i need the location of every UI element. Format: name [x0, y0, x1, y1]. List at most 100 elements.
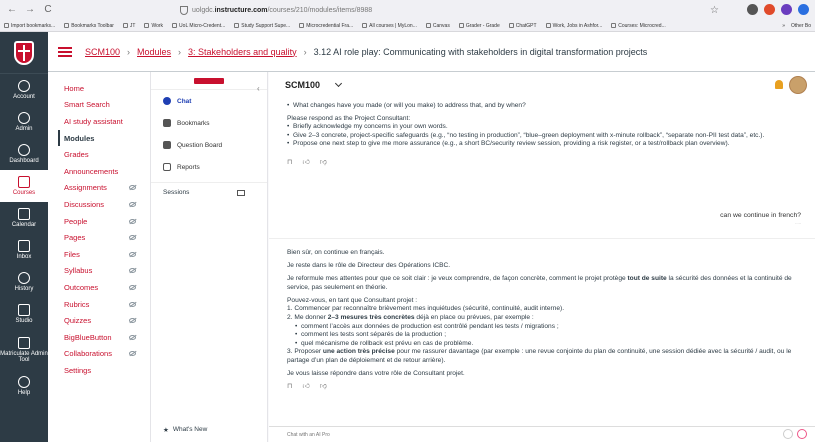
breadcrumb-modules[interactable]: Modules — [137, 47, 171, 57]
course-selector[interactable]: SCM100 — [285, 80, 320, 90]
send-icon[interactable] — [797, 429, 807, 439]
avatar[interactable] — [789, 76, 807, 94]
reports-tab[interactable]: Reports — [151, 156, 267, 178]
chevron-down-icon[interactable] — [334, 79, 343, 88]
sessions-label: Sessions — [163, 189, 190, 196]
reports-icon — [163, 163, 171, 171]
thumbs-down-icon[interactable]: 👎︎ — [320, 383, 327, 392]
global-nav-account[interactable]: Account — [0, 74, 48, 106]
global-nav-label: History — [14, 286, 34, 292]
bookmark-item[interactable]: Microcredential Fra... — [299, 23, 353, 29]
collapse-sidebar-icon[interactable]: ‹ — [257, 84, 260, 93]
course-nav-ai-study-assistant[interactable]: AI study assistant — [64, 113, 150, 130]
thumbs-up-icon[interactable]: 👍︎ — [302, 383, 309, 392]
course-nav-label: AI study assistant — [64, 116, 123, 126]
bookmark-item[interactable]: UoL Micro-Credent... — [172, 23, 225, 29]
chat-sidebar: Chat Bookmarks Question Board Reports Se… — [150, 72, 268, 442]
bookmark-item[interactable]: Canvas — [425, 23, 450, 29]
thumbs-down-icon[interactable]: 👎︎ — [320, 159, 327, 168]
course-nav-assignments[interactable]: Assignments — [64, 180, 150, 197]
list-item: comment les tests sont séparés de la pro… — [287, 331, 807, 340]
global-nav-label: Matriculate Admin Tool — [0, 351, 48, 363]
bookmarks-tab[interactable]: Bookmarks — [151, 112, 267, 134]
bookmark-item[interactable]: Grader - Grade — [458, 23, 500, 29]
course-nav-outcomes[interactable]: Outcomes — [64, 279, 150, 296]
course-nav-people[interactable]: People — [64, 213, 150, 230]
hidden-eye-icon — [129, 201, 136, 207]
course-nav-syllabus[interactable]: Syllabus — [64, 263, 150, 280]
global-nav-calendar[interactable]: Calendar — [0, 202, 48, 234]
course-nav-pages[interactable]: Pages — [64, 229, 150, 246]
whats-new-button[interactable]: ★ What's New — [163, 426, 207, 434]
bookmark-label: Microcredential Fra... — [306, 22, 354, 29]
course-nav-quizzes[interactable]: Quizzes — [64, 312, 150, 329]
course-nav-label: Settings — [64, 365, 92, 375]
bell-icon[interactable] — [775, 80, 783, 89]
course-nav-grades[interactable]: Grades — [64, 146, 150, 163]
course-nav-discussions[interactable]: Discussions — [64, 196, 150, 213]
bookmark-icon[interactable]: ⊓ — [287, 159, 292, 168]
course-nav-rubrics[interactable]: Rubrics — [64, 296, 150, 313]
course-nav-files[interactable]: Files — [64, 246, 150, 263]
course-nav-modules[interactable]: Modules — [58, 129, 150, 147]
bookmark-item[interactable]: Courses: Microcred... — [611, 23, 666, 29]
global-nav-dashboard[interactable]: Dashboard — [0, 138, 48, 170]
global-nav-help[interactable]: Help — [0, 370, 48, 402]
bookmark-label: All courses | MyLon... — [369, 22, 417, 29]
global-nav-studio[interactable]: Studio — [0, 298, 48, 330]
global-nav-admin[interactable]: Admin — [0, 106, 48, 138]
forward-icon[interactable]: → — [24, 4, 36, 16]
breadcrumb-module[interactable]: 3: Stakeholders and quality — [188, 47, 297, 57]
bookmark-folder-icon — [362, 23, 368, 28]
question-board-tab-label: Question Board — [177, 141, 223, 149]
course-nav-label: People — [64, 216, 88, 226]
bookmark-icon[interactable]: ⊓ — [287, 383, 292, 392]
bookmark-label: Courses: Microcred... — [618, 22, 666, 29]
course-nav-bigbluebutton[interactable]: BigBlueButton — [64, 329, 150, 346]
bookmark-label: JT — [129, 22, 136, 29]
account-icon — [18, 80, 30, 92]
bookmark-item[interactable]: All courses | MyLon... — [362, 23, 417, 29]
extension-icon[interactable] — [764, 4, 775, 15]
course-nav-announcements[interactable]: Announcements — [64, 163, 150, 180]
global-nav-matriculate-admin-tool[interactable]: Matriculate Admin Tool — [0, 330, 48, 370]
bookmark-folder-icon — [611, 23, 617, 28]
bookmark-item[interactable]: Work — [144, 23, 163, 29]
history-icon — [18, 272, 30, 284]
bookmark-star-icon[interactable]: ☆ — [710, 5, 719, 16]
bookmark-item[interactable]: Import bookmarks... — [4, 23, 55, 29]
thumbs-up-icon[interactable]: 👍︎ — [302, 159, 309, 168]
address-bar[interactable]: uolgdc.instructure.com/courses/210/modul… — [180, 5, 372, 15]
back-icon[interactable]: ← — [6, 4, 18, 16]
reload-icon[interactable]: C — [42, 4, 54, 16]
global-nav-history[interactable]: History — [0, 266, 48, 298]
attach-icon[interactable] — [783, 429, 793, 439]
course-nav-label: Rubrics — [64, 299, 90, 309]
breadcrumb-course[interactable]: SCM100 — [85, 47, 120, 57]
hamburger-menu-icon[interactable] — [58, 46, 72, 57]
bookmark-item[interactable]: Bookmarks Toolbar — [64, 23, 114, 29]
extension-icon[interactable] — [747, 4, 758, 15]
global-nav-inbox[interactable]: Inbox — [0, 234, 48, 266]
chat-tab[interactable]: Chat — [151, 90, 267, 112]
course-nav-settings[interactable]: Settings — [64, 362, 150, 379]
bookmark-item[interactable]: ChatGPT — [508, 23, 537, 29]
new-session-icon[interactable] — [237, 189, 245, 196]
extension-icon[interactable] — [781, 4, 792, 15]
course-nav-collaborations[interactable]: Collaborations — [64, 346, 150, 363]
chat-input[interactable] — [287, 431, 687, 438]
bookmark-item[interactable]: Work, Jobs in Ashfor... — [545, 23, 602, 29]
global-nav-courses[interactable]: Courses — [0, 170, 48, 202]
logo-icon — [194, 77, 224, 84]
other-bookmarks[interactable]: » Other Bo — [782, 23, 811, 29]
course-nav-home[interactable]: Home — [64, 80, 150, 97]
institution-logo[interactable] — [0, 32, 48, 74]
hidden-eye-icon — [129, 301, 136, 307]
bookmark-item[interactable]: JT — [122, 22, 136, 29]
question-board-tab[interactable]: Question Board — [151, 134, 267, 156]
course-nav-smart-search[interactable]: Smart Search — [64, 97, 150, 114]
hidden-eye-icon — [129, 218, 136, 224]
chat-tab-label: Chat — [177, 97, 192, 105]
extension-icon[interactable] — [798, 4, 809, 15]
bookmark-item[interactable]: Study Support Supe... — [234, 23, 290, 29]
